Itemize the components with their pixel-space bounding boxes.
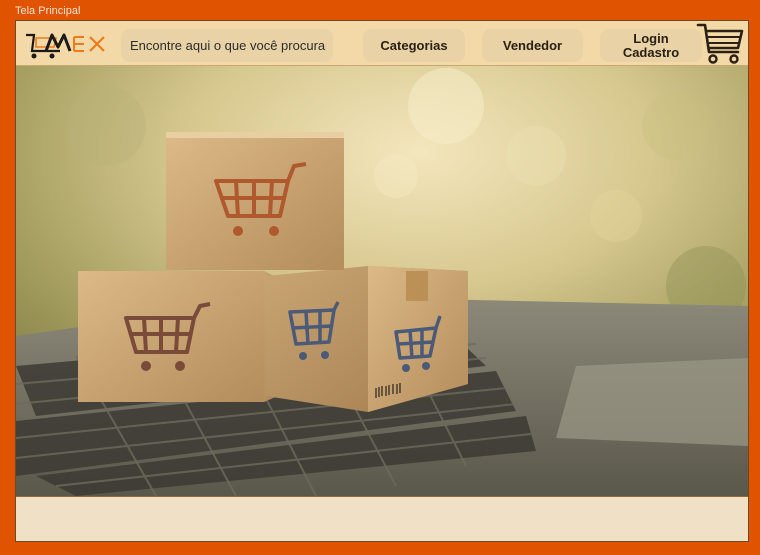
vendedor-button[interactable]: Vendedor: [482, 29, 583, 62]
top-navbar: Categorias Vendedor Login Cadastro: [16, 21, 748, 66]
login-cadastro-button[interactable]: Login Cadastro: [600, 29, 702, 62]
shopping-cart-icon[interactable]: [696, 22, 746, 66]
categorias-label: Categorias: [380, 37, 448, 53]
categorias-button[interactable]: Categorias: [363, 29, 465, 62]
vendedor-label: Vendedor: [502, 37, 563, 53]
cadastro-label: Cadastro: [622, 44, 680, 60]
hero-banner-image: [16, 66, 748, 496]
cart-logo-icon[interactable]: [24, 29, 108, 61]
login-label: Login: [633, 30, 669, 46]
hero-illustration: [16, 66, 748, 496]
footer-bar: [16, 496, 748, 541]
search-input[interactable]: [121, 29, 333, 62]
main-screen: Categorias Vendedor Login Cadastro: [15, 20, 749, 542]
frame-title: Tela Principal: [15, 5, 81, 17]
